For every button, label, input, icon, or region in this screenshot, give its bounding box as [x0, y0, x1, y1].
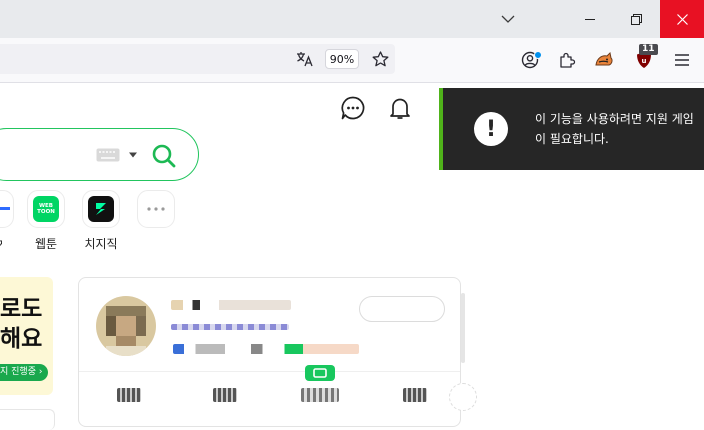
card-tab-2[interactable]: [213, 388, 237, 402]
shortcut-partial[interactable]: [0, 190, 14, 228]
exclamation-icon: !: [474, 112, 508, 146]
webtoon-icon: WEB TOON: [33, 196, 59, 222]
hamburger-menu-icon: [675, 54, 689, 66]
promo-banner[interactable]: 로도 해요 지 진행중 ›: [0, 277, 53, 395]
search-icon[interactable]: [151, 143, 177, 169]
shortcut-webtoon[interactable]: WEB TOON: [27, 190, 65, 228]
promo-button[interactable]: 지 진행중 ›: [0, 364, 49, 381]
browser-toolbar: 90% u 11: [0, 38, 704, 83]
cat-icon: [595, 51, 613, 66]
chzzk-icon: [88, 196, 114, 222]
redacted-info: [173, 344, 359, 354]
ublock-blocked-count: 11: [639, 44, 658, 55]
minimize-icon: [585, 19, 595, 20]
shortcut-more[interactable]: [137, 190, 175, 228]
notification-message: 이 기능을 사용하려면 지원 게임이 필요합니다.: [535, 112, 694, 146]
chat-icon: [341, 96, 365, 120]
extension-cat-button[interactable]: [592, 48, 616, 72]
card-tab-badge: [305, 365, 335, 381]
window-titlebar: [0, 0, 704, 38]
extensions-button[interactable]: [555, 48, 579, 72]
star-icon: [372, 51, 388, 67]
bell-icon: [390, 98, 410, 119]
more-icon: [147, 207, 165, 211]
card-scrollbar[interactable]: [461, 293, 465, 363]
redacted-username: [171, 300, 291, 310]
redacted-email: [171, 324, 289, 330]
avatar[interactable]: [96, 296, 156, 356]
profile-action-button[interactable]: [359, 296, 445, 322]
bookmark-button[interactable]: [368, 48, 392, 70]
chevron-down-icon[interactable]: [128, 151, 138, 159]
svg-text:u: u: [642, 57, 647, 65]
promo-headline-2: 해요: [0, 326, 43, 352]
list-tabs-button[interactable]: [486, 0, 530, 38]
translate-icon: [297, 52, 313, 67]
shortcut-chzzk[interactable]: [82, 190, 120, 228]
notifications-button[interactable]: [384, 92, 416, 124]
shortcut-webtoon-label: 웹툰: [34, 237, 58, 251]
address-bar[interactable]: 90%: [0, 44, 395, 74]
scroll-next-button[interactable]: [449, 383, 477, 411]
close-icon: [676, 13, 688, 25]
shortcut-partial-label: ㅈ: [0, 235, 2, 252]
talk-button[interactable]: [337, 92, 369, 124]
restore-icon: [630, 13, 642, 25]
open-menu-button[interactable]: [670, 48, 694, 72]
zoom-level-badge[interactable]: 90%: [325, 49, 359, 69]
sync-indicator-dot: [534, 51, 542, 59]
card-tab-4[interactable]: [403, 388, 427, 402]
close-window-button[interactable]: [660, 0, 704, 38]
translate-button[interactable]: [292, 48, 318, 70]
keyboard-icon[interactable]: [96, 148, 120, 162]
game-overlay-notification[interactable]: ! 이 기능을 사용하려면 지원 게임이 필요합니다.: [439, 88, 704, 170]
partial-shortcut-icon: [0, 207, 10, 210]
card-tab-3[interactable]: [301, 388, 339, 402]
minimize-button[interactable]: [568, 0, 612, 38]
puzzle-icon: [560, 52, 576, 68]
promo-headline-1: 로도: [0, 296, 43, 322]
profile-card: [78, 277, 461, 427]
card-tab-1[interactable]: [117, 388, 141, 402]
card-divider: [79, 371, 460, 372]
restore-button[interactable]: [614, 0, 658, 38]
chevron-down-icon: [501, 15, 515, 23]
shortcut-chzzk-label: 치지직: [84, 237, 118, 251]
